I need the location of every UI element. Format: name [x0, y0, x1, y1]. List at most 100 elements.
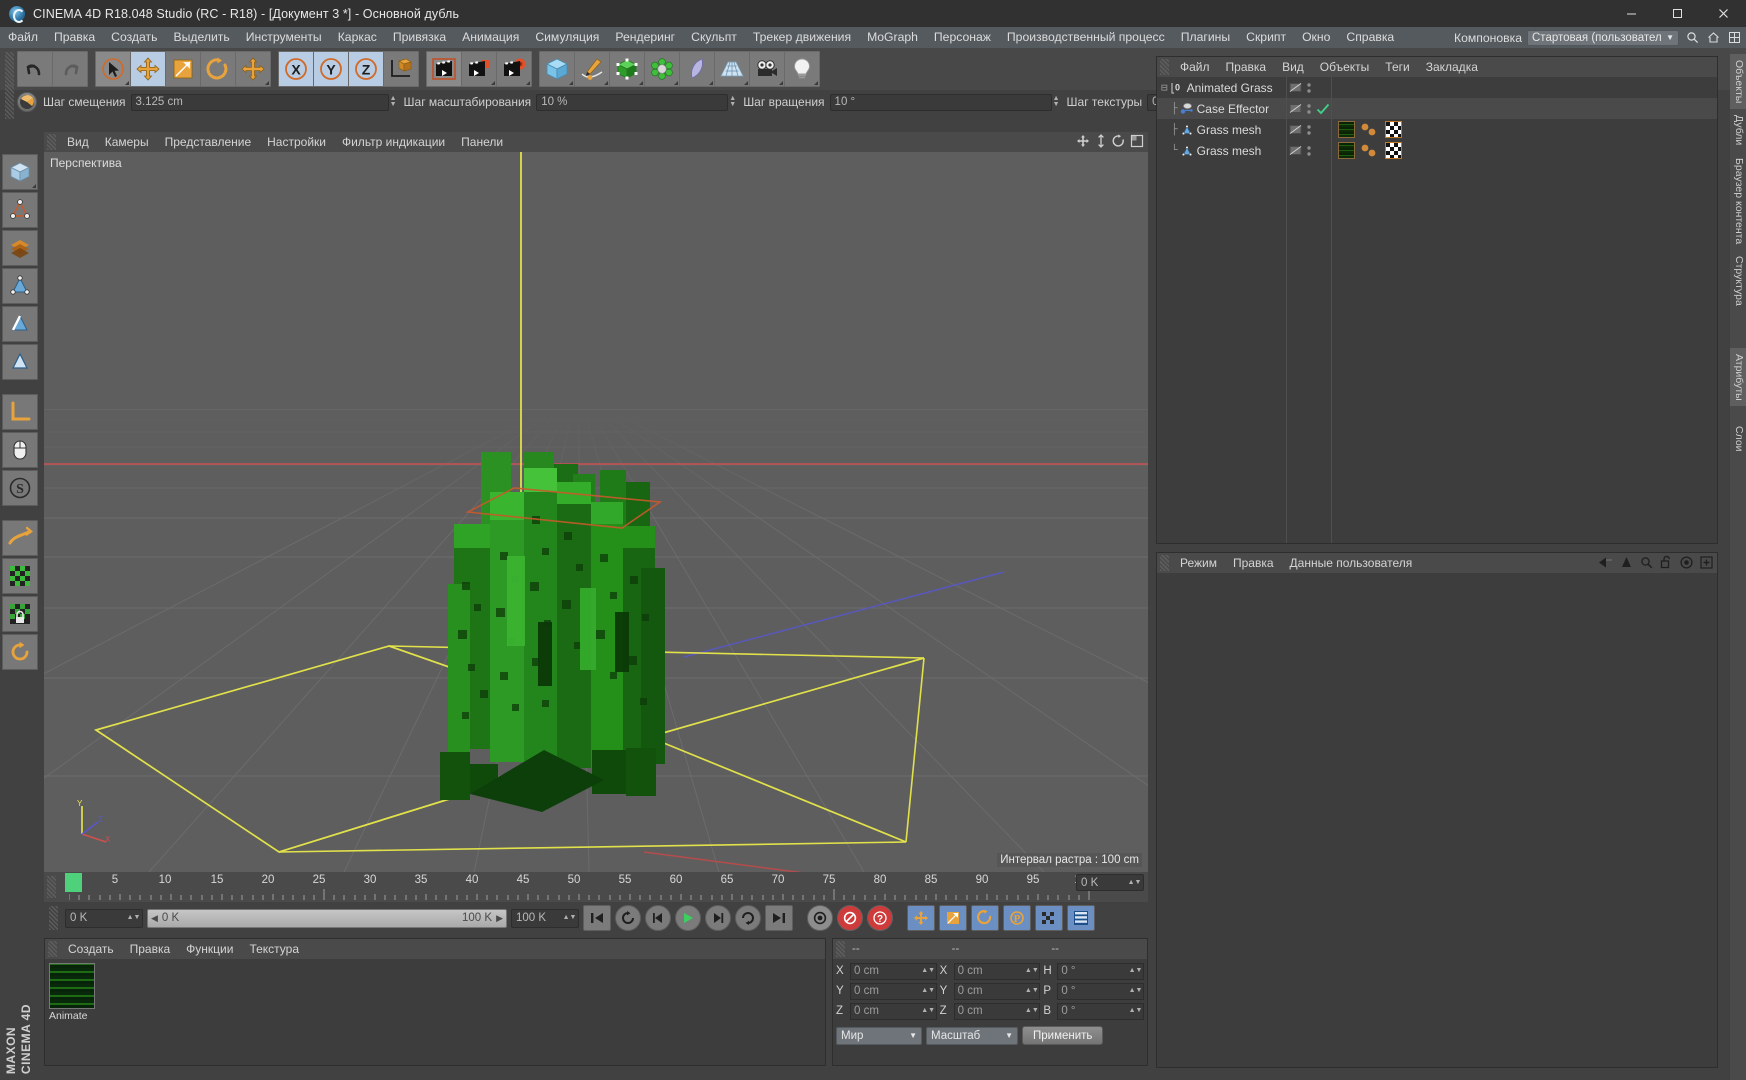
toolbar-grip[interactable] [5, 52, 14, 86]
object-row-grass-mesh-2[interactable]: └ Grass mesh [1157, 140, 1286, 161]
tag-row-grass-mesh-1[interactable] [1332, 119, 1717, 140]
menu-mograph[interactable]: MoGraph [859, 27, 926, 48]
layer-swatch-icon[interactable] [1289, 81, 1302, 94]
transform-tool[interactable] [236, 52, 270, 86]
play-backwards-loop-button[interactable] [615, 905, 641, 931]
visibility-dots-icon[interactable] [1306, 102, 1312, 116]
menu-treker-dvizheniya[interactable]: Трекер движения [745, 27, 859, 48]
close-icon[interactable] [1700, 0, 1746, 27]
layer-swatch-icon[interactable] [1289, 123, 1302, 136]
menu-spravka[interactable]: Справка [1338, 27, 1402, 48]
viewport-menu-filtr-indikacii[interactable]: Фильтр индикации [334, 132, 453, 152]
snap-s-icon[interactable]: S [2, 470, 38, 506]
current-time-stepper[interactable]: ▲▼ [127, 910, 141, 926]
playbar-grip[interactable] [49, 906, 58, 930]
visibility-dots-icon[interactable] [1306, 123, 1312, 137]
step-back-button[interactable] [645, 905, 671, 931]
coord-input-rot-p[interactable]: 0 ° ▲▼ [1057, 982, 1145, 1000]
end-time-stepper[interactable]: ▲▼ [563, 910, 577, 926]
go-to-end-button[interactable] [765, 905, 793, 931]
visibility-dots-icon[interactable] [1306, 81, 1312, 95]
checker-tag[interactable] [1385, 142, 1402, 159]
viewport-menu-paneli[interactable]: Панели [453, 132, 511, 152]
coord-input-size-y[interactable]: 0 cm ▲▼ [953, 982, 1041, 1000]
menu-plaginy[interactable]: Плагины [1173, 27, 1238, 48]
visibility-dots-icon[interactable] [1306, 144, 1312, 158]
y-axis-lock[interactable]: Y [314, 52, 348, 86]
menu-pravka[interactable]: Правка [46, 27, 103, 48]
make-editable-tool[interactable] [2, 154, 38, 190]
edges-icon[interactable] [2, 306, 38, 342]
scale-step-input[interactable]: 10 % [536, 93, 729, 111]
add-cube-object[interactable] [540, 52, 574, 86]
live-selection-tool[interactable] [96, 52, 130, 86]
object-manager-grip[interactable] [1160, 59, 1169, 75]
right-tab-layers[interactable]: Слои [1730, 420, 1746, 458]
menu-skulpt[interactable]: Скульпт [683, 27, 745, 48]
visibility-dots-row[interactable] [1287, 119, 1331, 140]
coordinate-mode-select[interactable]: Масштаб ▼ [926, 1026, 1018, 1045]
range-left-arrow-icon[interactable]: ◀ [151, 913, 158, 924]
up-arrow-icon[interactable] [1620, 556, 1633, 569]
viewport-menu-predstavlenie[interactable]: Представление [157, 132, 260, 152]
record-active-objects-button[interactable] [807, 905, 833, 931]
menu-personazh[interactable]: Персонаж [926, 27, 999, 48]
maximize-view-icon[interactable] [1130, 134, 1144, 148]
object-row-animated-grass[interactable]: ⊟ 0 Animated Grass [1157, 77, 1286, 98]
coord-input-pos-z[interactable]: 0 cm ▲▼ [850, 1002, 937, 1020]
point-level-animation-button[interactable] [1035, 905, 1063, 931]
move-tool[interactable] [131, 52, 165, 86]
objmgr-menu-tegi[interactable]: Теги [1377, 57, 1417, 77]
viewport-menu-kamery[interactable]: Камеры [97, 132, 157, 152]
redo-button[interactable] [53, 52, 87, 86]
add-light-object[interactable] [785, 52, 819, 86]
timeline-end-field[interactable]: 0 K ▲▼ [1076, 874, 1144, 891]
object-row-grass-mesh-1[interactable]: ├ Grass mesh [1157, 119, 1286, 140]
visibility-dots-row[interactable] [1287, 98, 1331, 119]
keyframe-question-button[interactable]: ? [867, 905, 893, 931]
menu-vydelit[interactable]: Выделить [165, 27, 237, 48]
matmgr-menu-tekstura[interactable]: Текстура [241, 939, 307, 959]
matmgr-menu-funkcii[interactable]: Функции [178, 939, 241, 959]
grid-icon[interactable] [1726, 30, 1742, 46]
current-time-field[interactable]: 0 K ▲▼ [65, 908, 143, 928]
move-view-icon[interactable] [1076, 134, 1090, 148]
move-step-stepper[interactable]: ▲ ▼ [389, 94, 398, 110]
right-tab-objects[interactable]: Объекты [1730, 54, 1746, 110]
objmgr-menu-zakladka[interactable]: Закладка [1418, 57, 1486, 77]
mouse-icon[interactable] [2, 432, 38, 468]
material-thumb[interactable] [1338, 142, 1355, 159]
viewport-menu-nastrojki[interactable]: Настройки [259, 132, 334, 152]
step-forward-button[interactable] [705, 905, 731, 931]
add-icon[interactable] [1700, 555, 1713, 569]
attrmgr-menu-pravka[interactable]: Правка [1225, 553, 1282, 573]
target-icon[interactable] [1680, 555, 1693, 569]
dots-tag[interactable] [1360, 143, 1380, 159]
add-deformer-object[interactable] [645, 52, 679, 86]
timeline-grip[interactable] [47, 876, 56, 898]
menu-privyazka[interactable]: Привязка [385, 27, 454, 48]
attrstrip-grip[interactable] [5, 85, 14, 119]
objmgr-menu-obekty[interactable]: Объекты [1312, 57, 1378, 77]
render-settings-button[interactable] [497, 52, 531, 86]
rotation-key-button[interactable] [971, 905, 999, 931]
move-step-input[interactable]: 3.125 cm [130, 93, 389, 111]
lock-tile-icon[interactable] [2, 596, 38, 632]
axis-icon[interactable] [2, 394, 38, 430]
timeline-layout-button[interactable] [1067, 905, 1095, 931]
visibility-dots-row[interactable] [1287, 140, 1331, 161]
go-to-start-button[interactable] [583, 905, 611, 931]
right-tab-takes[interactable]: Дубли [1730, 109, 1746, 151]
render-to-picture-viewer-button[interactable] [462, 52, 496, 86]
add-generator-object[interactable] [610, 52, 644, 86]
menu-okno[interactable]: Окно [1294, 27, 1338, 48]
timeline-end-stepper[interactable]: ▲▼ [1128, 875, 1142, 891]
maximize-icon[interactable] [1654, 0, 1700, 27]
coord-input-pos-x[interactable]: 0 cm ▲▼ [850, 962, 937, 980]
layout-select[interactable]: Стартовая (пользовател ▼ [1527, 29, 1679, 46]
perspective-viewport[interactable]: Перспектива Y X Z Интервал растра: 100 … [44, 152, 1148, 872]
tile-icon[interactable] [2, 558, 38, 594]
coord-input-pos-y[interactable]: 0 cm ▲▼ [850, 982, 937, 1000]
material-item[interactable]: Animate [49, 963, 95, 1022]
home-icon[interactable] [1705, 30, 1721, 46]
